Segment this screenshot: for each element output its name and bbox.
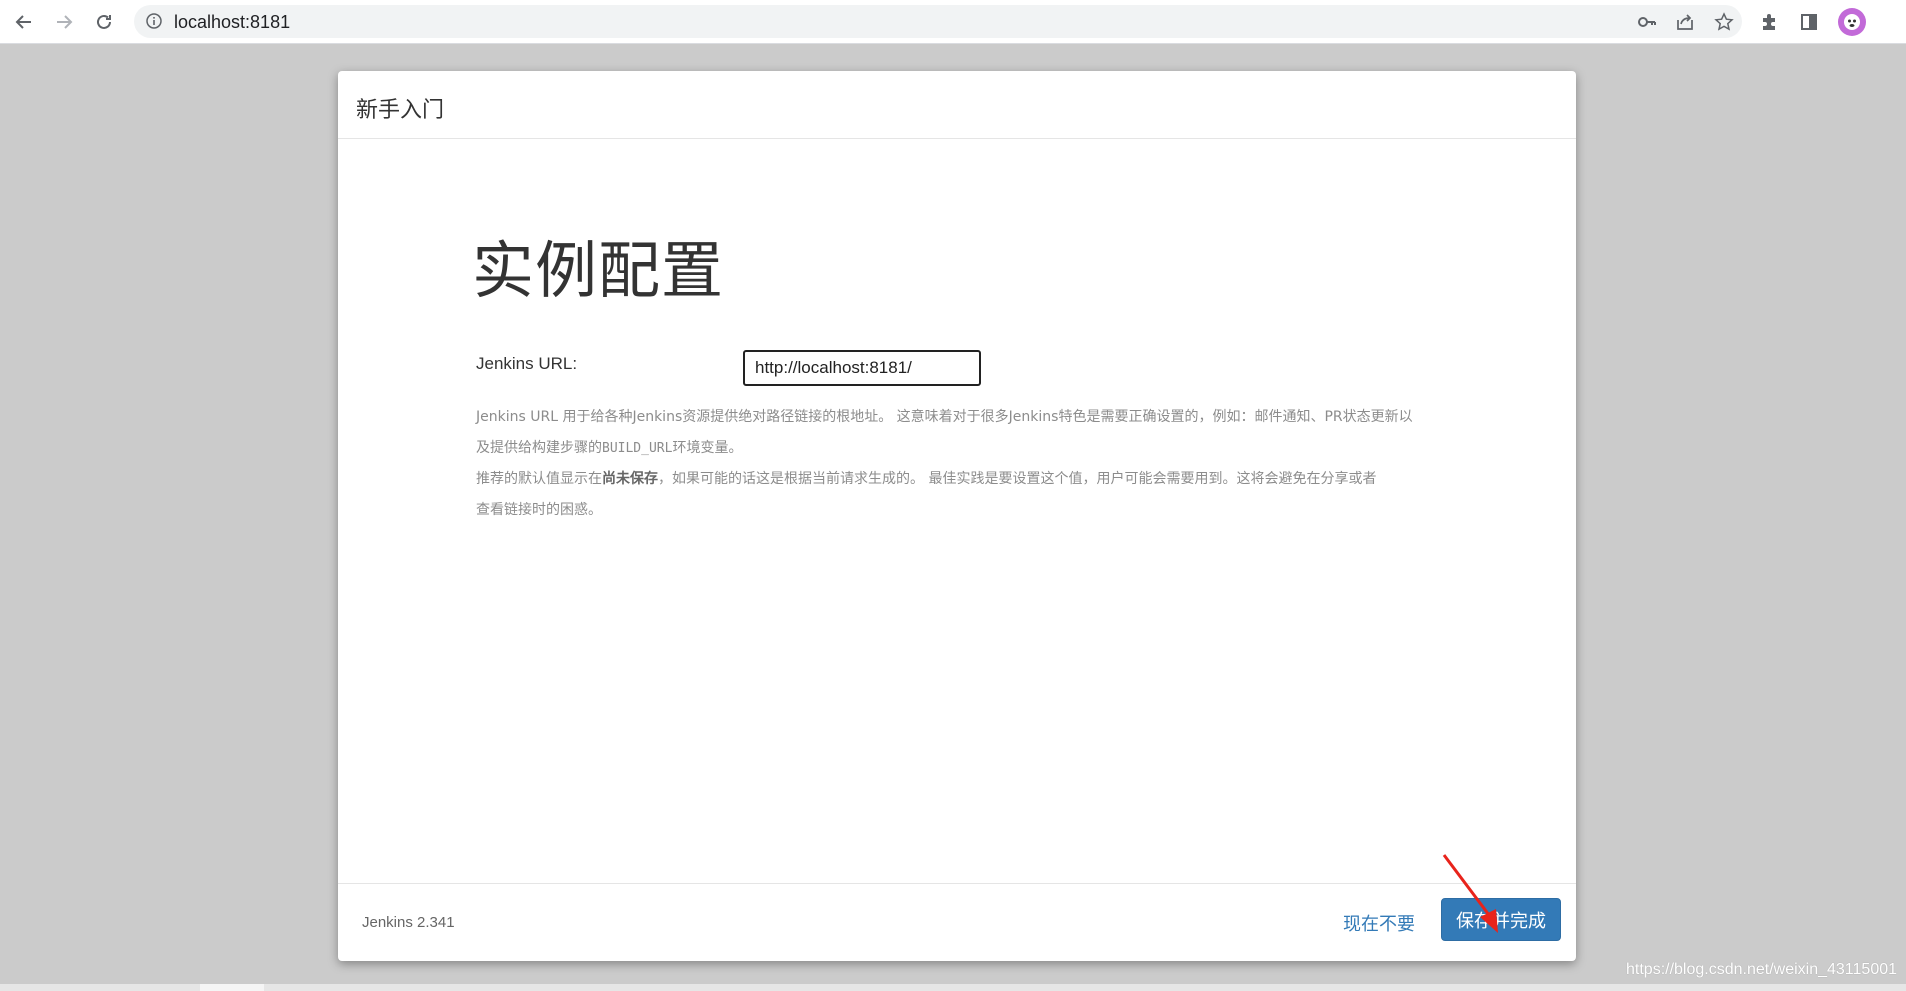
page-backdrop: 新手入门 实例配置 Jenkins URL: Jenkins URL 用于给各种…	[0, 45, 1906, 991]
setup-wizard-dialog: 新手入门 实例配置 Jenkins URL: Jenkins URL 用于给各种…	[338, 71, 1576, 961]
side-panel-icon[interactable]	[1797, 10, 1821, 34]
back-arrow-icon[interactable]	[12, 10, 36, 34]
key-icon[interactable]	[1637, 12, 1657, 32]
forward-arrow-icon[interactable]	[52, 10, 76, 34]
help-line-3: 推荐的默认值显示在尚未保存，如果可能的话这是根据当前请求生成的。 最佳实践是要设…	[476, 471, 1377, 487]
skip-button[interactable]: 现在不要	[1343, 910, 1415, 936]
star-icon[interactable]	[1714, 12, 1734, 32]
help-line-4: 查看链接时的困惑。	[476, 502, 602, 518]
dialog-title: 新手入门	[356, 98, 445, 123]
page-title: 实例配置	[472, 234, 725, 307]
browser-toolbar: localhost:8181	[0, 0, 1906, 44]
jenkins-version: Jenkins 2.341	[362, 914, 455, 931]
jenkins-url-input[interactable]	[743, 350, 981, 386]
dialog-content: 实例配置 Jenkins URL: Jenkins URL 用于给各种Jenki…	[338, 140, 1576, 883]
help-line-2: 及提供给构建步骤的BUILD_URL环境变量。	[476, 440, 743, 456]
jenkins-url-label: Jenkins URL:	[476, 354, 578, 373]
avatar[interactable]	[1838, 8, 1866, 36]
share-icon[interactable]	[1675, 12, 1695, 32]
reload-icon[interactable]	[92, 10, 116, 34]
help-text: Jenkins URL 用于给各种Jenkins资源提供绝对路径链接的根地址。 …	[476, 402, 1446, 526]
horizontal-scrollbar[interactable]	[0, 984, 1906, 991]
build-url-code: BUILD_URL	[602, 441, 673, 456]
puzzle-icon[interactable]	[1757, 10, 1781, 34]
scrollbar-thumb[interactable]	[200, 984, 264, 991]
info-icon[interactable]	[146, 13, 162, 33]
address-bar[interactable]: localhost:8181	[134, 5, 1742, 38]
not-saved-bold: 尚未保存	[602, 471, 658, 487]
address-url[interactable]: localhost:8181	[174, 12, 290, 33]
watermark: https://blog.csdn.net/weixin_43115001	[1626, 961, 1898, 978]
red-arrow-annotation	[1442, 854, 1498, 933]
dialog-footer: Jenkins 2.341 现在不要 保存并完成	[338, 883, 1576, 961]
dialog-header: 新手入门	[338, 71, 1576, 139]
help-line-1: Jenkins URL 用于给各种Jenkins资源提供绝对路径链接的根地址。 …	[476, 409, 1413, 425]
